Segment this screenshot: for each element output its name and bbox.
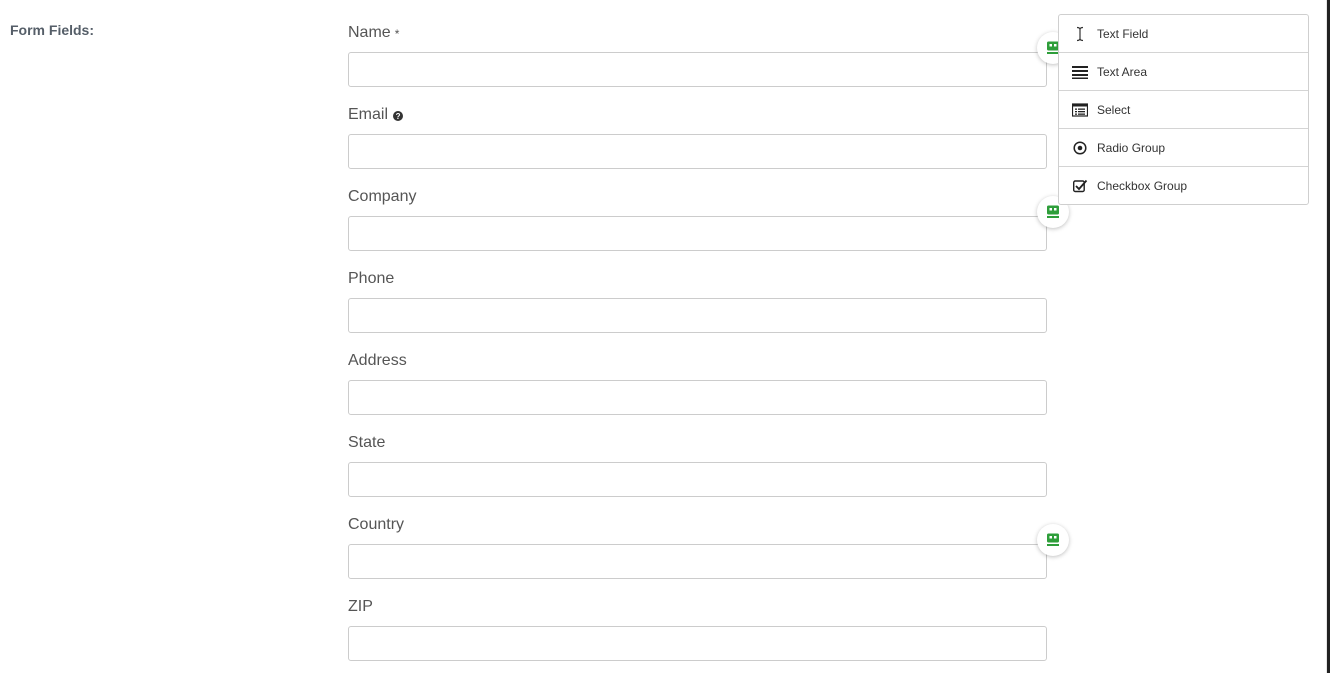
palette-item-label: Text Field [1097,26,1149,41]
field-address: Address [348,350,1047,415]
palette-item-select[interactable]: Select [1059,91,1308,129]
country-input[interactable] [348,544,1047,579]
field-type-palette: Text Field Text Area Select Radio Group … [1058,14,1309,205]
text-lines-icon [1071,63,1089,81]
field-zip: ZIP [348,596,1047,661]
section-label: Form Fields: [10,22,95,38]
palette-item-radio-group[interactable]: Radio Group [1059,129,1308,167]
field-phone: Phone [348,268,1047,333]
field-label-text: Address [348,352,407,369]
text-cursor-icon [1071,25,1089,43]
field-label: Address [348,350,1047,372]
company-input[interactable] [348,216,1047,251]
field-label-text: Phone [348,270,395,287]
address-input[interactable] [348,380,1047,415]
field-label: Name * [348,22,1047,44]
field-label-text: Country [348,516,405,533]
name-input[interactable] [348,52,1047,87]
field-label-text: State [348,434,386,451]
required-mark: * [394,27,400,41]
palette-item-label: Select [1097,102,1131,117]
field-label: State [348,432,1047,454]
field-country: Country [348,514,1047,579]
palette-item-text-field[interactable]: Text Field [1059,15,1308,53]
field-company: Company [348,186,1047,251]
field-label: ZIP [348,596,1047,618]
field-label: Email ? [348,104,1047,126]
state-input[interactable] [348,462,1047,497]
form-builder-page: Form Fields: Name * Email ? Company Phon… [0,0,1330,673]
email-input[interactable] [348,134,1047,169]
field-state: State [348,432,1047,497]
select-list-icon [1071,101,1089,119]
autofill-badge-country[interactable] [1037,524,1069,556]
field-label-text: ZIP [348,598,373,615]
zip-input[interactable] [348,626,1047,661]
field-label: Country [348,514,1047,536]
radio-icon [1071,139,1089,157]
field-label: Company [348,186,1047,208]
phone-input[interactable] [348,298,1047,333]
field-email: Email ? [348,104,1047,169]
field-label: Phone [348,268,1047,290]
question-circle-icon[interactable]: ? [393,111,404,121]
field-name: Name * [348,22,1047,87]
contact-card-icon [1047,533,1059,546]
field-label-text: Company [348,188,417,205]
palette-item-label: Checkbox Group [1097,178,1188,193]
contact-card-icon [1047,205,1059,218]
checkbox-icon [1071,177,1089,195]
palette-item-label: Text Area [1097,64,1148,79]
field-label-text: Name [348,24,391,41]
palette-item-checkbox-group[interactable]: Checkbox Group [1059,167,1308,204]
palette-item-label: Radio Group [1097,140,1166,155]
field-label-text: Email [348,106,389,123]
palette-item-text-area[interactable]: Text Area [1059,53,1308,91]
